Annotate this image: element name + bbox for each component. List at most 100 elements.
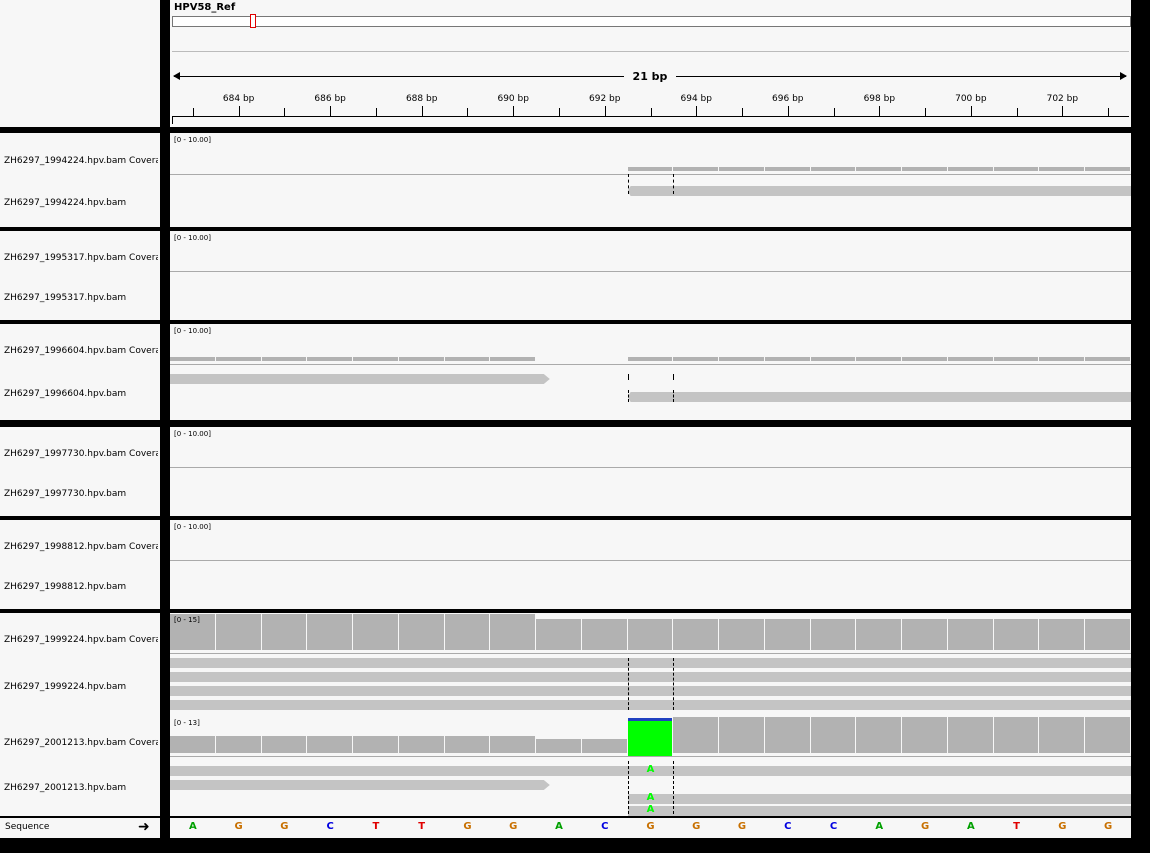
coverage-bar[interactable] [627, 167, 673, 171]
coverage-bar[interactable] [993, 619, 1039, 650]
read-alignment[interactable] [170, 672, 1131, 682]
ruler-panel[interactable]: HPV58_Ref 21 bp 684 bp 686 bp 688 bp 690 bp… [170, 0, 1150, 127]
coverage-bar[interactable] [902, 717, 947, 753]
track-data-panel[interactable]: [0 - 13] A A A [170, 716, 1131, 816]
coverage-track-label[interactable]: ZH6297_1998812.hpv.bam Coverage [4, 542, 158, 552]
coverage-bar[interactable] [261, 357, 307, 361]
coverage-bar[interactable] [215, 357, 261, 361]
coverage-bar[interactable] [902, 619, 947, 650]
coverage-bar[interactable] [261, 614, 307, 650]
track-data-panel[interactable]: [0 - 10.00] [170, 231, 1131, 320]
coverage-bar[interactable] [810, 167, 856, 171]
track-name-panel[interactable]: ZH6297_1998812.hpv.bam Coverage ZH6297_19… [0, 520, 160, 609]
coverage-bar[interactable] [1085, 357, 1130, 361]
strand-arrow-icon[interactable]: ➜ [138, 820, 150, 834]
alignment-track-label[interactable]: ZH6297_1996604.hpv.bam [4, 389, 158, 399]
coverage-bar[interactable] [398, 357, 444, 361]
coverage-bar[interactable] [261, 736, 307, 753]
coverage-bar[interactable] [810, 619, 856, 650]
read-alignment[interactable] [627, 806, 1131, 816]
coverage-bar[interactable] [536, 619, 581, 650]
coverage-bar[interactable] [490, 736, 536, 753]
coverage-bar[interactable] [856, 357, 902, 361]
coverage-bar[interactable] [581, 739, 627, 753]
sequence-track[interactable]: AGGCTTGGACGGGCCAGATGG [170, 818, 1131, 838]
track-data-panel[interactable]: [0 - 10.00] [170, 520, 1131, 609]
coverage-bar[interactable] [673, 357, 719, 361]
coverage-bar[interactable] [398, 614, 444, 650]
track-data-panel[interactable]: [0 - 10.00] [170, 324, 1131, 420]
mismatch-base[interactable]: A [647, 792, 655, 803]
coverage-bar[interactable] [1085, 619, 1130, 650]
coverage-bar[interactable] [353, 736, 398, 753]
coverage-bar[interactable] [1039, 717, 1085, 753]
coverage-bar[interactable] [307, 614, 353, 650]
coverage-bar[interactable] [993, 357, 1039, 361]
track-name-panel[interactable]: ZH6297_2001213.hpv.bam Coverage ZH6297_20… [0, 716, 160, 816]
mismatch-base[interactable]: A [647, 764, 655, 775]
coverage-bar[interactable] [1039, 357, 1085, 361]
coverage-bar[interactable] [719, 167, 764, 171]
coverage-bar[interactable] [627, 619, 673, 650]
coverage-bar[interactable] [353, 357, 398, 361]
read-alignment[interactable] [170, 658, 1131, 668]
coverage-bar[interactable] [398, 736, 444, 753]
alignment-track-label[interactable]: ZH6297_1999224.hpv.bam [4, 682, 158, 692]
track-data-panel[interactable]: [0 - 10.00] [170, 427, 1131, 516]
coverage-bar[interactable] [719, 619, 764, 650]
coverage-bar[interactable] [719, 717, 764, 753]
coverage-track-label[interactable]: ZH6297_1995317.hpv.bam Coverage [4, 253, 158, 263]
coverage-bar[interactable] [1039, 619, 1085, 650]
read-alignment[interactable] [627, 794, 1131, 804]
coverage-bar[interactable] [627, 357, 673, 361]
coverage-track-label[interactable]: ZH6297_1999224.hpv.bam Coverage [4, 635, 158, 645]
coverage-bar[interactable] [673, 167, 719, 171]
track-name-panel[interactable]: ZH6297_1994224.hpv.bam Coverage ZH6297_19… [0, 133, 160, 227]
read-alignment[interactable] [627, 392, 1131, 402]
coverage-bar[interactable] [581, 619, 627, 650]
coverage-bar[interactable] [764, 717, 810, 753]
coverage-bar[interactable] [215, 614, 261, 650]
coverage-bar[interactable] [993, 717, 1039, 753]
coverage-bar[interactable] [1039, 167, 1085, 171]
coverage-bar[interactable] [947, 357, 993, 361]
coverage-bar[interactable] [444, 736, 490, 753]
read-alignment[interactable] [170, 780, 550, 790]
alignment-track-label[interactable]: ZH6297_1997730.hpv.bam [4, 489, 158, 499]
coverage-bar[interactable] [810, 357, 856, 361]
coverage-bar[interactable] [902, 167, 947, 171]
alignment-track-label[interactable]: ZH6297_1994224.hpv.bam [4, 198, 158, 208]
coverage-bar[interactable] [307, 357, 353, 361]
coverage-bar[interactable] [764, 619, 810, 650]
track-data-panel[interactable]: [0 - 10.00] [170, 133, 1131, 227]
coverage-track-label[interactable]: ZH6297_1996604.hpv.bam Coverage [4, 346, 158, 356]
read-alignment[interactable] [170, 700, 1131, 710]
current-region-marker[interactable] [250, 14, 256, 28]
coverage-bar[interactable] [947, 619, 993, 650]
read-alignment[interactable] [627, 186, 1131, 196]
coverage-bar[interactable] [170, 736, 215, 753]
read-alignment[interactable] [170, 374, 550, 384]
coverage-bar[interactable] [719, 357, 764, 361]
coverage-bar[interactable] [490, 357, 536, 361]
coverage-track-label[interactable]: ZH6297_2001213.hpv.bam Coverage [4, 738, 158, 748]
track-name-panel[interactable]: ZH6297_1996604.hpv.bam Coverage ZH6297_19… [0, 324, 160, 420]
coverage-track-label[interactable]: ZH6297_1997730.hpv.bam Coverage [4, 449, 158, 459]
coverage-bar[interactable] [764, 167, 810, 171]
read-alignment[interactable] [170, 686, 1131, 696]
coverage-bar[interactable] [856, 717, 902, 753]
mismatch-coverage-bar[interactable] [627, 718, 673, 756]
alignment-track-label[interactable]: ZH6297_1995317.hpv.bam [4, 293, 158, 303]
coverage-bar[interactable] [1085, 717, 1130, 753]
coverage-bar[interactable] [810, 717, 856, 753]
coverage-bar[interactable] [170, 357, 215, 361]
coverage-bar[interactable] [444, 357, 490, 361]
coverage-bar[interactable] [536, 739, 581, 753]
track-name-panel[interactable]: ZH6297_1999224.hpv.bam Coverage ZH6297_19… [0, 613, 160, 716]
coverage-bar[interactable] [673, 717, 719, 753]
coverage-bar[interactable] [1085, 167, 1130, 171]
chromosome-ideogram[interactable] [172, 16, 1131, 27]
coverage-bar[interactable] [673, 619, 719, 650]
mismatch-base[interactable]: A [647, 804, 655, 815]
track-name-panel[interactable]: ZH6297_1995317.hpv.bam Coverage ZH6297_19… [0, 231, 160, 320]
